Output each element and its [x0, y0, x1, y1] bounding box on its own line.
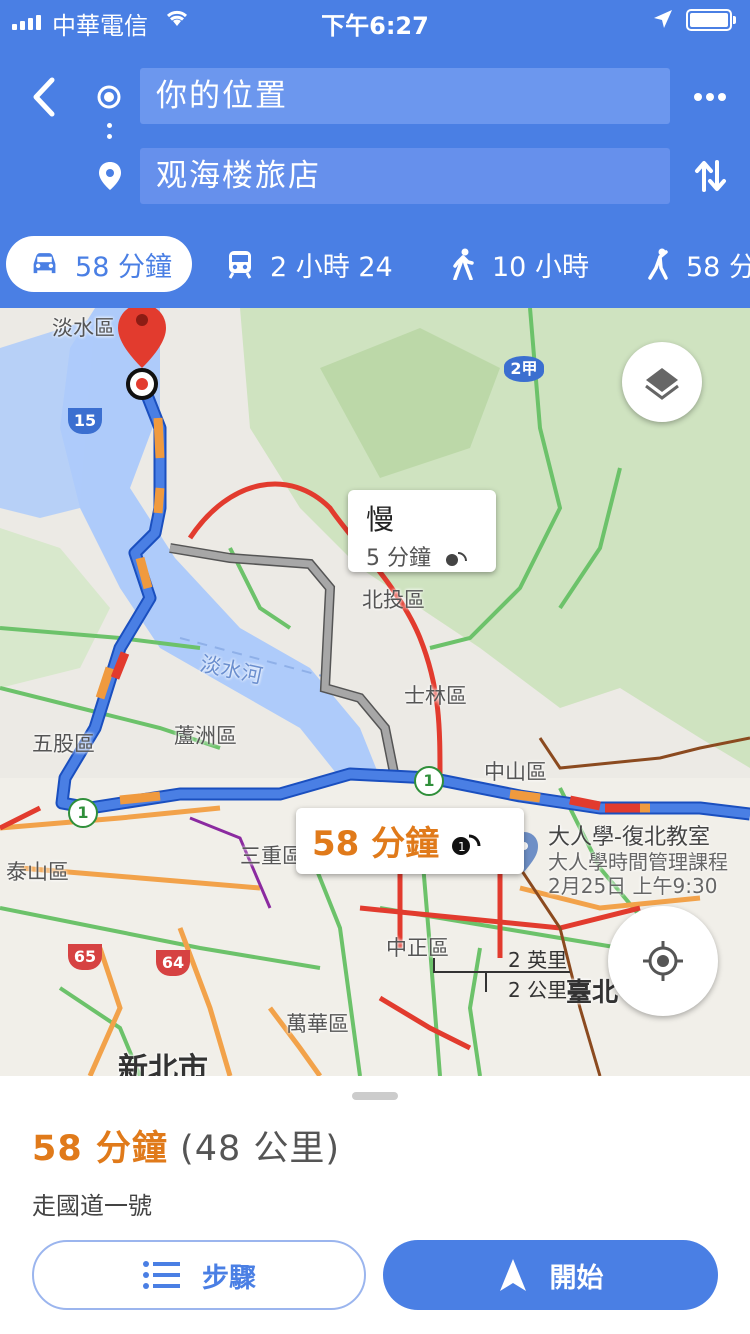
scale-imperial: 2 英里 — [508, 948, 568, 972]
slow-callout-title: 慢 — [366, 503, 395, 536]
tab-ride-label: 58 分 — [686, 251, 750, 283]
poi-subtitle: 大人學時間管理課程 — [548, 850, 728, 874]
route-summary-sheet[interactable]: 58 分鐘 (48 公里) 走國道一號 步驟 開始 — [0, 1076, 750, 1334]
layers-icon — [645, 368, 679, 400]
back-arrow-icon[interactable] — [22, 74, 68, 120]
route-2a-shield: 2甲 — [504, 356, 544, 382]
status-bar: 中華電信 下午6:27 — [0, 0, 750, 40]
battery-icon — [686, 9, 736, 31]
origin-field[interactable]: 你的位置 — [140, 68, 670, 124]
poi-name: 大人學-復北教室 — [548, 825, 710, 850]
tab-transit-label: 2 小時 24 — [270, 251, 393, 283]
label-beitou: 北投區 — [362, 588, 425, 612]
travel-mode-tabs: 58 分鐘 2 小時 24 10 小時 58 分 — [0, 226, 750, 304]
start-label: 開始 — [549, 1262, 604, 1294]
swap-icon[interactable] — [690, 156, 730, 196]
label-sanchong: 三重區 — [240, 844, 303, 868]
layers-button[interactable] — [622, 342, 702, 422]
walking-icon — [453, 248, 474, 280]
route-callout-eta: 58 分鐘 — [312, 824, 440, 864]
directions-header: 中華電信 下午6:27 你的位置 观海楼旅店 58 分鐘 2 小時 24 10 … — [0, 0, 750, 308]
freeway-1-shield-2: 1 — [414, 766, 444, 796]
map-scale: 2 英里 2 公里 — [432, 948, 572, 1002]
label-shilin: 士林區 — [404, 684, 467, 708]
label-zhongshan: 中山區 — [484, 760, 547, 784]
route-connector — [107, 123, 113, 149]
tab-walk-label: 10 小時 — [492, 251, 589, 283]
slow-route-callout[interactable]: 慢 5 分鐘 — [348, 490, 496, 572]
highway-65-shield: 65 — [68, 944, 102, 970]
steps-button[interactable]: 步驟 — [32, 1240, 366, 1310]
sheet-drag-handle[interactable] — [352, 1092, 398, 1100]
incident-icon — [446, 552, 467, 566]
my-location-button[interactable] — [608, 906, 718, 1016]
list-icon — [143, 1261, 180, 1289]
tab-drive[interactable]: 58 分鐘 — [6, 236, 192, 292]
label-wugu: 五股區 — [32, 732, 95, 756]
crosshair-icon — [643, 941, 683, 981]
location-services-icon — [654, 10, 672, 28]
ride-hail-icon — [648, 248, 668, 280]
highway-64-shield: 64 — [156, 950, 190, 976]
navigation-arrow-icon — [499, 1259, 526, 1291]
poi-event: 2月25日 上午9:30 — [548, 874, 718, 898]
poi-label[interactable]: 大人學-復北教室 大人學時間管理課程 2月25日 上午9:30 — [548, 825, 728, 899]
label-wanhua: 萬華區 — [286, 1012, 349, 1036]
tab-drive-label: 58 分鐘 — [75, 251, 172, 283]
route-via: 走國道一號 — [32, 1192, 152, 1220]
steps-label: 步驟 — [202, 1262, 256, 1294]
map-view[interactable]: 15 2甲 65 64 1 1 淡水區 北投區 淡水河 士林區 五股區 蘆洲區 … — [0, 308, 750, 1076]
destination-field[interactable]: 观海楼旅店 — [140, 148, 670, 204]
start-navigation-button[interactable]: 開始 — [383, 1240, 718, 1310]
slow-callout-delay: 5 分鐘 — [366, 540, 496, 572]
status-time: 下午6:27 — [321, 12, 429, 40]
label-luzhou: 蘆洲區 — [174, 724, 237, 748]
destination-pin-icon — [99, 162, 121, 190]
summary-eta: 58 分鐘 — [32, 1129, 168, 1169]
svg-text:1: 1 — [458, 840, 466, 854]
scale-metric: 2 公里 — [508, 978, 568, 1002]
tab-transit[interactable]: 2 小時 24 — [226, 236, 393, 292]
origin-dot-icon — [97, 85, 121, 109]
route-summary: 58 分鐘 (48 公里) — [32, 1120, 340, 1171]
incident-icon: 1 — [452, 834, 481, 855]
maps-app: 中華電信 下午6:27 你的位置 观海楼旅店 58 分鐘 2 小時 24 10 … — [0, 0, 750, 1334]
tab-walk[interactable]: 10 小時 — [452, 236, 589, 292]
car-icon — [33, 253, 56, 274]
freeway-1-shield: 1 — [68, 798, 98, 828]
slow-callout-delay-text: 5 分鐘 — [366, 546, 431, 571]
label-taishan: 泰山區 — [6, 860, 69, 884]
label-tamsui: 淡水區 — [52, 316, 115, 340]
label-new-taipei: 新北市 — [118, 1052, 208, 1076]
train-icon — [228, 251, 252, 279]
route-eta-callout[interactable]: 58 分鐘 1 — [296, 808, 524, 874]
more-options-icon[interactable] — [690, 80, 730, 114]
tab-ride-hailing[interactable]: 58 分 — [646, 236, 750, 292]
summary-distance: (48 公里) — [180, 1129, 341, 1169]
highway-15-shield: 15 — [68, 408, 102, 434]
